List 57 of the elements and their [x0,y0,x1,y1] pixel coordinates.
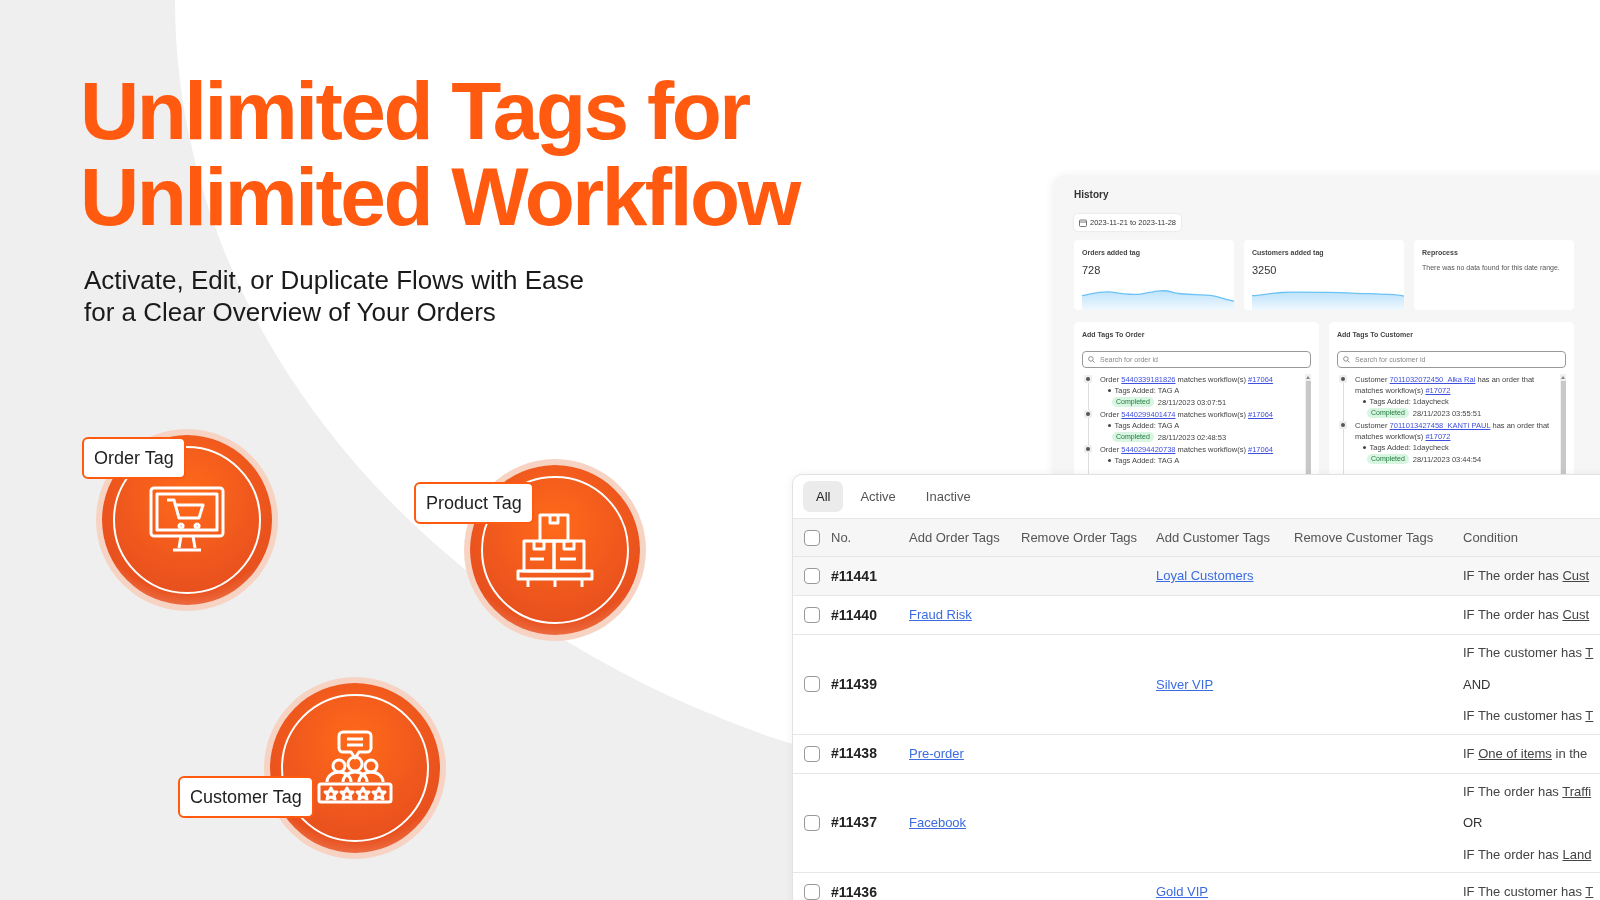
column-header: Add Customer Tags [1156,528,1271,547]
condition-text: IF The customer has T [1463,883,1595,900]
filter-tab[interactable]: Active [847,480,909,513]
calendar-icon [1079,218,1087,227]
scrollbar[interactable] [1305,373,1311,475]
filter-tab[interactable]: Inactive [912,480,984,513]
row-checkbox[interactable] [804,814,820,831]
row-checkbox[interactable] [804,884,820,900]
select-all-checkbox[interactable] [804,529,820,546]
tag-link[interactable]: Loyal Customers [1156,568,1254,584]
headline: Unlimited Tags for [80,68,751,154]
condition-text: IF The order has Land [1463,845,1593,864]
stat-value: 728 [1082,262,1102,278]
column-header: Remove Customer Tags [1294,528,1435,547]
tag-link[interactable]: Facebook [909,815,967,830]
condition-text: IF The order has Cust [1463,606,1591,625]
history-title: History [1074,188,1110,202]
workflow-number: #11436 [831,883,877,900]
column-header: Condition [1463,528,1519,547]
tag-link[interactable]: Fraud Risk [909,607,972,623]
workflow-number: #11439 [831,675,877,692]
condition-text: IF The order has Traffi [1463,782,1593,801]
tag-link[interactable]: Gold VIP [1156,884,1209,900]
feature-label: Order Tag [82,437,186,479]
column-header: No. [831,528,853,547]
condition-text: IF The customer has T [1463,707,1595,725]
subtitle: Activate, Edit, or Duplicate Flows with Ease [83,264,585,296]
timeline-dot [1084,409,1092,418]
tag-link[interactable]: Silver VIP [1156,676,1214,692]
row-checkbox[interactable] [804,568,820,584]
condition-text: IF The customer has T [1463,644,1595,662]
search-icon [1343,355,1350,363]
scrollbar[interactable] [1560,373,1566,475]
row-checkbox[interactable] [804,607,820,623]
feature-label: Customer Tag [178,776,314,818]
condition-text: IF One of items in the [1463,744,1589,763]
row-checkbox[interactable] [804,745,820,762]
tag-link[interactable]: Pre-order [909,745,964,761]
workflow-number: #11440 [831,606,877,623]
column-header: Add Order Tags [909,528,1001,547]
timeline-dot [1084,374,1092,383]
condition-text: IF The order has Cust [1463,567,1591,586]
timeline-dot [1339,374,1347,383]
condition-connector: AND [1463,675,1492,694]
feature-label: Product Tag [414,482,534,524]
column-header: Remove Order Tags [1021,528,1139,547]
timeline-dot [1084,444,1092,453]
filter-tab[interactable]: All [803,480,844,513]
timeline-dot [1339,420,1347,429]
workflow-number: #11441 [831,567,877,584]
row-checkbox[interactable] [804,676,820,693]
workflow-number: #11437 [831,814,877,831]
subtitle: for a Clear Overview of Your Orders [83,296,497,328]
workflow-number: #11438 [831,745,877,761]
condition-connector: OR [1463,814,1484,832]
stat-value: 3250 [1252,262,1278,278]
search-icon [1088,355,1095,363]
